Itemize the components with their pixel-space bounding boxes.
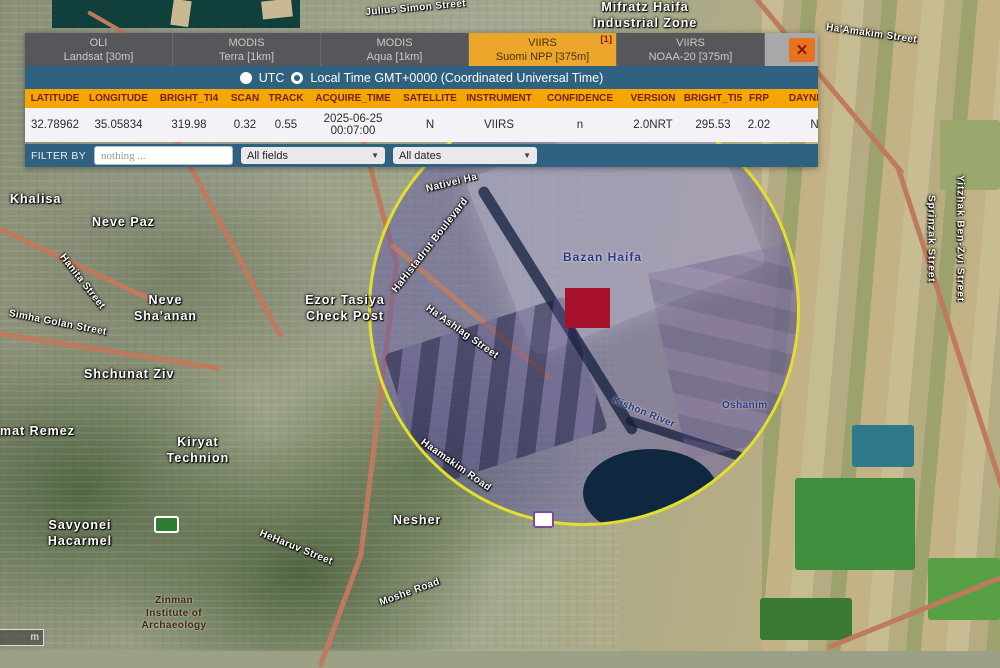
tab-label: VIIRS xyxy=(469,36,616,50)
col-acquire-time: ACQUIRE_TIME xyxy=(308,89,398,108)
cell-track: 0.55 xyxy=(264,108,308,142)
cell-longitude: 35.05834 xyxy=(85,108,152,142)
field-patch xyxy=(760,598,852,640)
local-time-radio-label: Local Time GMT+0000 (Coordinated Univers… xyxy=(310,71,603,85)
map-label-area: Kiryat Technion xyxy=(158,435,238,466)
satellite-tab-bar: OLI Landsat [30m] MODIS Terra [1km] MODI… xyxy=(25,33,818,66)
map-label-area: Neve Sha'anan xyxy=(128,293,203,324)
pier xyxy=(170,0,191,27)
cell-version: 2.0NRT xyxy=(624,108,682,142)
col-frp: FRP xyxy=(744,89,774,108)
filter-bar: FILTER BY All fields ▼ All dates ▼ xyxy=(25,144,818,167)
cell-frp: 2.02 xyxy=(744,108,774,142)
field-patch xyxy=(795,478,915,570)
map-label-area: Savyonei Hacarmel xyxy=(40,518,120,549)
fire-data-panel: OLI Landsat [30m] MODIS Terra [1km] MODI… xyxy=(25,33,818,167)
tab-viirs-suomi-npp[interactable]: [1] VIIRS Suomi NPP [375m] xyxy=(469,33,617,66)
col-bright-ti5: BRIGHT_TI5 xyxy=(682,89,744,108)
map-label-street: Yitzhak Ben-Zvi Street xyxy=(953,175,966,302)
map-label-area: Mifratz Haifa Industrial Zone xyxy=(555,0,735,31)
utc-radio[interactable] xyxy=(240,72,252,84)
tab-sublabel: Suomi NPP [375m] xyxy=(469,50,616,64)
route-shield-icon xyxy=(533,511,554,528)
cell-satellite: N xyxy=(398,108,462,142)
map-label-area: Shchunat Ziv xyxy=(84,367,174,383)
close-icon: ✕ xyxy=(796,41,809,59)
map-label-area: Ramat Remez xyxy=(0,424,75,440)
tab-label: MODIS xyxy=(173,36,320,50)
map-label-area: Ezor Tasiya Check Post xyxy=(300,293,390,324)
detection-count-badge: [1] xyxy=(600,34,612,46)
cell-scan: 0.32 xyxy=(226,108,264,142)
map-label-street: Sprinzak Street xyxy=(924,195,937,283)
col-longitude: LONGITUDE xyxy=(85,89,152,108)
tab-oli-landsat[interactable]: OLI Landsat [30m] xyxy=(25,33,173,66)
cell-latitude: 32.78962 xyxy=(25,108,85,142)
table-header-row: LATITUDE LONGITUDE BRIGHT_TI4 SCAN TRACK… xyxy=(25,89,818,108)
col-confidence: CONFIDENCE xyxy=(536,89,624,108)
cell-bright-ti5: 295.53 xyxy=(682,108,744,142)
cell-daynight: N xyxy=(774,108,818,142)
col-latitude: LATITUDE xyxy=(25,89,85,108)
col-bright-ti4: BRIGHT_TI4 xyxy=(152,89,226,108)
map-label-poi: Zinman Institute of Archaeology xyxy=(138,595,210,633)
tab-label: MODIS xyxy=(321,36,468,50)
close-button[interactable]: ✕ xyxy=(789,38,815,62)
col-daynight: DAYNIGHT xyxy=(774,89,818,108)
cell-instrument: VIIRS xyxy=(462,108,536,142)
pond xyxy=(583,449,718,526)
tab-sublabel: NOAA-20 [375m] xyxy=(617,50,764,64)
col-scan: SCAN xyxy=(226,89,264,108)
map-label-area: Neve Paz xyxy=(92,215,155,231)
map-label-poi: Bazan Haifa xyxy=(563,250,642,265)
tab-modis-aqua[interactable]: MODIS Aqua [1km] xyxy=(321,33,469,66)
col-version: VERSION xyxy=(624,89,682,108)
detections-table-wrap: LATITUDE LONGITUDE BRIGHT_TI4 SCAN TRACK… xyxy=(25,89,818,142)
date-filter-value: All dates xyxy=(399,150,441,162)
field-filter-select[interactable]: All fields ▼ xyxy=(241,147,385,164)
map-label-area: Nesher xyxy=(393,513,441,529)
tab-viirs-noaa20[interactable]: VIIRS NOAA-20 [375m] xyxy=(617,33,765,66)
detections-table: LATITUDE LONGITUDE BRIGHT_TI4 SCAN TRACK… xyxy=(25,89,818,142)
map-label-poi: Oshanim xyxy=(722,400,768,413)
fire-detection-marker[interactable] xyxy=(565,288,610,328)
col-instrument: INSTRUMENT xyxy=(462,89,536,108)
scale-label: m xyxy=(31,632,39,643)
field-patch xyxy=(852,425,914,467)
filter-by-label: FILTER BY xyxy=(31,150,86,162)
route-shield-icon xyxy=(154,516,179,533)
cell-bright-ti4: 319.98 xyxy=(152,108,226,142)
time-mode-bar: UTC Local Time GMT+0000 (Coordinated Uni… xyxy=(25,66,818,89)
map-label-area: Khalisa xyxy=(10,192,61,208)
tab-modis-terra[interactable]: MODIS Terra [1km] xyxy=(173,33,321,66)
col-track: TRACK xyxy=(264,89,308,108)
date-filter-select[interactable]: All dates ▼ xyxy=(393,147,537,164)
utc-radio-label: UTC xyxy=(259,71,285,85)
cell-acquire-time: 2025-06-25 00:07:00 xyxy=(308,108,398,142)
tab-label: OLI xyxy=(25,36,172,50)
field-patch xyxy=(940,120,1000,190)
tab-label: VIIRS xyxy=(617,36,764,50)
col-satellite: SATELLITE xyxy=(398,89,462,108)
tab-sublabel: Landsat [30m] xyxy=(25,50,172,64)
chevron-down-icon: ▼ xyxy=(523,151,531,160)
filter-text-input[interactable] xyxy=(94,146,233,165)
cell-confidence: n xyxy=(536,108,624,142)
tab-sublabel: Terra [1km] xyxy=(173,50,320,64)
chevron-down-icon: ▼ xyxy=(371,151,379,160)
table-row[interactable]: 32.78962 35.05834 319.98 0.32 0.55 2025-… xyxy=(25,108,818,142)
local-time-radio[interactable] xyxy=(291,72,303,84)
field-filter-value: All fields xyxy=(247,150,288,162)
tab-sublabel: Aqua [1km] xyxy=(321,50,468,64)
pier xyxy=(261,0,293,20)
map-scale-bar: m xyxy=(0,629,44,646)
